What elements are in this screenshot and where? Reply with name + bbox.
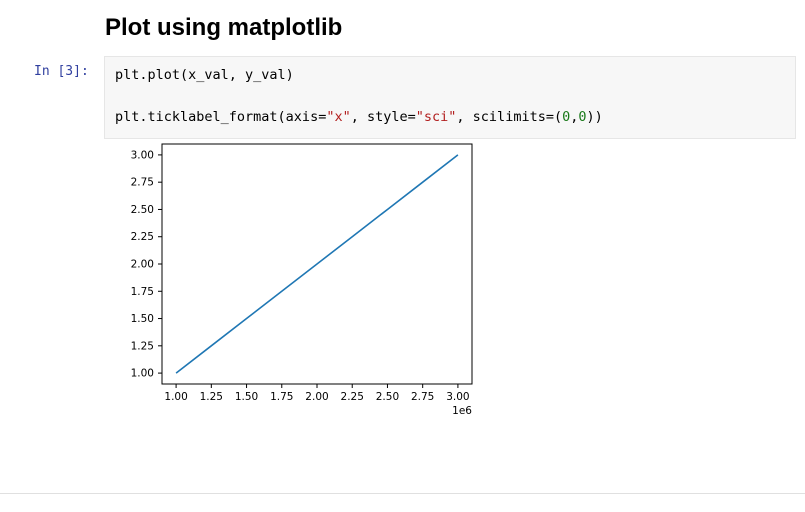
x-tick-label: 1.50 xyxy=(235,391,258,403)
y-tick-label: 1.25 xyxy=(131,340,154,352)
y-tick-label: 3.00 xyxy=(131,149,154,161)
x-tick-label: 1.00 xyxy=(164,391,187,403)
x-tick-label: 1.25 xyxy=(200,391,223,403)
x-tick-label: 3.00 xyxy=(446,391,469,403)
x-tick-label: 2.75 xyxy=(411,391,434,403)
y-tick-label: 2.25 xyxy=(131,231,154,243)
section-heading: Plot using matplotlib xyxy=(105,14,342,42)
chart-output: 1.00 1.25 1.50 1.75 2.00 2.25 2.50 2.75 3.00 1.00… xyxy=(104,134,484,422)
y-tick-label: 1.00 xyxy=(131,368,154,380)
cell-divider xyxy=(0,493,805,494)
y-tick-label: 2.75 xyxy=(131,177,154,189)
data-series xyxy=(176,155,458,373)
x-offset-label: 1e6 xyxy=(452,405,472,417)
x-tick-label: 2.00 xyxy=(305,391,328,403)
code-input[interactable]: plt.plot(x_val, y_val) plt.ticklabel_for… xyxy=(104,56,796,139)
y-tick-label: 1.50 xyxy=(131,313,154,325)
x-tick-label: 1.75 xyxy=(270,391,293,403)
y-tick-label: 1.75 xyxy=(131,286,154,298)
y-tick-label: 2.00 xyxy=(131,259,154,271)
input-prompt: In [3]: xyxy=(34,64,89,79)
x-tick-label: 2.25 xyxy=(341,391,364,403)
line-chart: 1.00 1.25 1.50 1.75 2.00 2.25 2.50 2.75 3.00 1.00… xyxy=(104,134,484,422)
y-tick-label: 2.50 xyxy=(131,204,154,216)
x-tick-label: 2.50 xyxy=(376,391,399,403)
